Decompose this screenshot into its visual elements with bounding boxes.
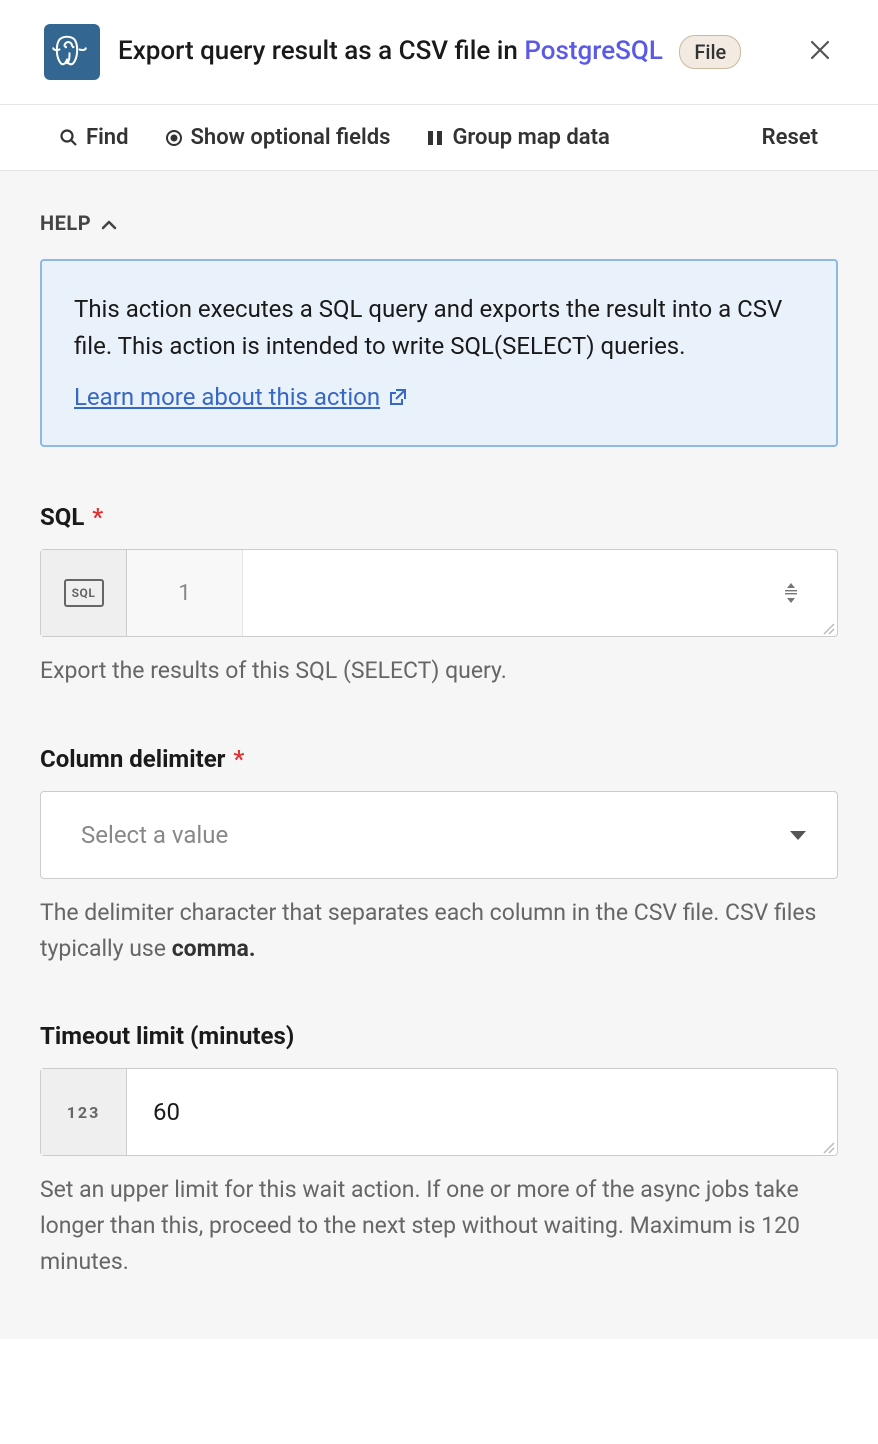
postgresql-icon (44, 24, 100, 80)
toolbar: Find Show optional fields Group map data… (0, 105, 878, 171)
dialog-header: Export query result as a CSV file in Pos… (0, 0, 878, 105)
close-button[interactable] (802, 37, 838, 67)
show-optional-button[interactable]: Show optional fields (165, 125, 391, 150)
find-button[interactable]: Find (60, 125, 129, 150)
title-link[interactable]: PostgreSQL (524, 36, 663, 66)
content-area: HELP This action executes a SQL query an… (0, 171, 878, 1339)
timeout-field: Timeout limit (minutes) 123 60 Set an up… (40, 1022, 838, 1279)
group-map-label: Group map data (452, 125, 609, 150)
reset-button[interactable]: Reset (762, 125, 818, 150)
timeout-label: Timeout limit (minutes) (40, 1022, 838, 1050)
sql-label: SQL * (40, 503, 838, 531)
sql-input[interactable]: SQL 1 (40, 549, 838, 637)
resize-handle-icon[interactable] (821, 620, 835, 634)
select-placeholder: Select a value (81, 821, 228, 849)
line-number: 1 (127, 550, 243, 636)
file-badge: File (679, 35, 741, 69)
dialog-title: Export query result as a CSV file in Pos… (118, 35, 782, 69)
help-text: This action executes a SQL query and exp… (74, 291, 804, 365)
help-label: HELP (40, 211, 91, 235)
sql-type-icon: SQL (41, 550, 127, 636)
required-marker: * (227, 745, 244, 773)
find-label: Find (86, 125, 129, 150)
timeout-input[interactable]: 123 60 (40, 1068, 838, 1156)
timeout-value[interactable]: 60 (127, 1069, 837, 1155)
group-map-button[interactable]: Group map data (426, 125, 609, 150)
insert-data-icon[interactable] (779, 581, 803, 605)
show-optional-label: Show optional fields (191, 125, 391, 150)
learn-more-label: Learn more about this action (74, 383, 380, 411)
delimiter-select[interactable]: Select a value (40, 791, 838, 879)
caret-down-icon (789, 826, 807, 845)
chevron-up-icon (101, 212, 117, 236)
help-toggle[interactable]: HELP (40, 211, 838, 235)
required-marker: * (86, 503, 103, 531)
sql-hint: Export the results of this SQL (SELECT) … (40, 653, 838, 689)
delimiter-label: Column delimiter * (40, 745, 838, 773)
delimiter-hint: The delimiter character that separates e… (40, 895, 838, 966)
resize-handle-icon[interactable] (821, 1139, 835, 1153)
sql-textarea[interactable] (243, 550, 837, 636)
external-link-icon (388, 387, 408, 407)
number-type-icon: 123 (41, 1069, 127, 1155)
sql-field: SQL * SQL 1 Export the results of this S… (40, 503, 838, 689)
title-prefix: Export query result as a CSV file in (118, 36, 524, 66)
timeout-hint: Set an upper limit for this wait action.… (40, 1172, 838, 1279)
learn-more-link[interactable]: Learn more about this action (74, 383, 408, 411)
delimiter-field: Column delimiter * Select a value The de… (40, 745, 838, 966)
help-box: This action executes a SQL query and exp… (40, 259, 838, 447)
